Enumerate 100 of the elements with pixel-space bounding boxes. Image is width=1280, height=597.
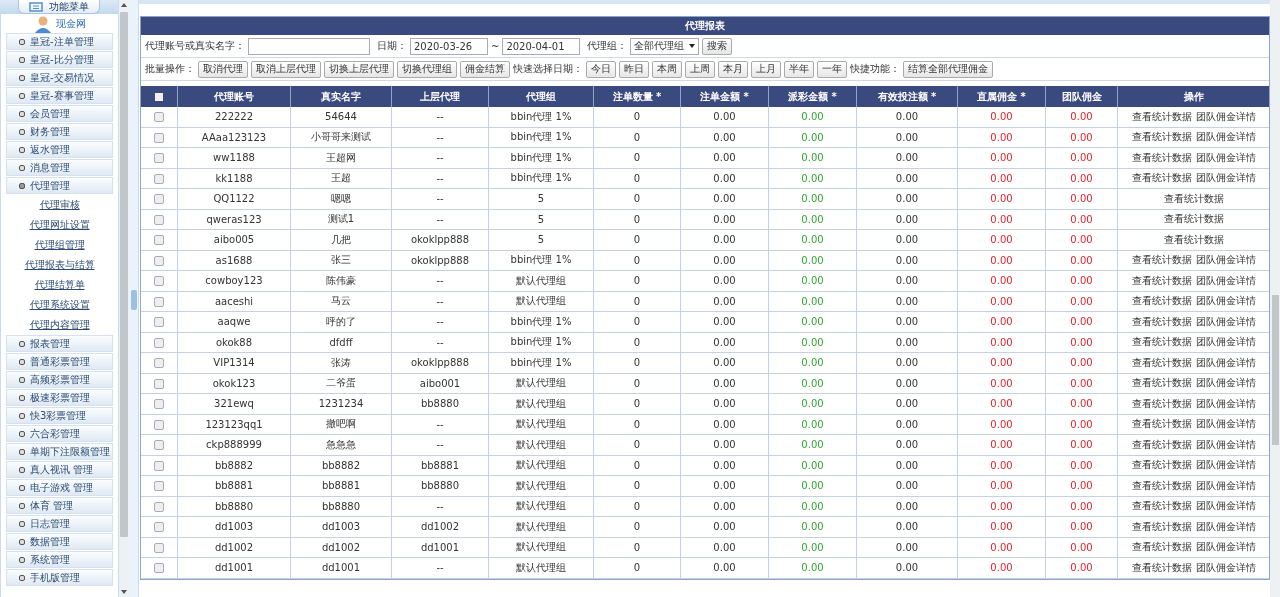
- table-cell: 0.00: [768, 127, 857, 148]
- action-link[interactable]: 查看统计数据: [1131, 479, 1192, 491]
- menu-item[interactable]: 代理管理: [6, 177, 113, 194]
- menu-item[interactable]: 体育 管理: [6, 497, 113, 514]
- action-link[interactable]: 查看统计数据: [1163, 192, 1224, 204]
- submenu-link[interactable]: 代理报表与结算: [24, 255, 95, 275]
- submenu-link[interactable]: 代理内容管理: [29, 315, 90, 335]
- menu-item[interactable]: 真人视讯 管理: [6, 461, 113, 478]
- action-link[interactable]: 团队佣金详情: [1195, 274, 1256, 286]
- submenu-link[interactable]: 代理系统设置: [29, 295, 90, 315]
- table-cell: --: [391, 557, 489, 578]
- menu-item[interactable]: 皇冠-注单管理: [6, 33, 113, 50]
- action-link[interactable]: 查看统计数据: [1163, 213, 1224, 225]
- action-link[interactable]: 查看统计数据: [1131, 418, 1192, 430]
- action-link[interactable]: 团队佣金详情: [1195, 520, 1256, 532]
- submenu-link[interactable]: 代理网址设置: [29, 215, 90, 235]
- user-name[interactable]: 现金网: [55, 16, 86, 31]
- action-link[interactable]: 查看统计数据: [1131, 131, 1192, 143]
- group-dropdown[interactable]: 全部代理组: [630, 37, 700, 55]
- action-link[interactable]: 查看统计数据: [1131, 274, 1192, 286]
- action-link[interactable]: 团队佣金详情: [1195, 500, 1256, 512]
- action-link[interactable]: 查看统计数据: [1131, 438, 1192, 450]
- batch-button[interactable]: 切换代理组: [397, 60, 457, 78]
- date-button[interactable]: 上周: [685, 60, 715, 78]
- action-link[interactable]: 查看统计数据: [1131, 397, 1192, 409]
- menu-item[interactable]: 报表管理: [6, 335, 113, 352]
- menu-item[interactable]: 皇冠-赛事管理: [6, 87, 113, 104]
- action-link[interactable]: 团队佣金详情: [1195, 315, 1256, 327]
- column-header: 直属佣金 *: [957, 86, 1046, 107]
- action-link[interactable]: 团队佣金详情: [1195, 110, 1256, 122]
- menu-item[interactable]: 单期下注限额管理: [6, 443, 113, 460]
- action-link[interactable]: 团队佣金详情: [1195, 561, 1256, 573]
- action-link[interactable]: 团队佣金详情: [1195, 479, 1256, 491]
- action-link[interactable]: 查看统计数据: [1131, 336, 1192, 348]
- action-link[interactable]: 团队佣金详情: [1195, 541, 1256, 553]
- action-link[interactable]: 团队佣金详情: [1195, 254, 1256, 266]
- menu-item[interactable]: 会员管理: [6, 105, 113, 122]
- date-button[interactable]: 昨日: [619, 60, 649, 78]
- menu-item[interactable]: 皇冠-比分管理: [6, 51, 113, 68]
- submenu-link[interactable]: 代理组管理: [34, 235, 85, 255]
- date-button[interactable]: 半年: [784, 60, 814, 78]
- submenu-link[interactable]: 代理审核: [39, 195, 80, 215]
- menu-item[interactable]: 系统管理: [6, 551, 113, 568]
- action-link[interactable]: 团队佣金详情: [1195, 131, 1256, 143]
- menu-item[interactable]: 返水管理: [6, 141, 113, 158]
- action-link[interactable]: 查看统计数据: [1131, 151, 1192, 163]
- batch-button[interactable]: 取消代理: [198, 60, 248, 78]
- menu-item[interactable]: 快3彩票管理: [6, 407, 113, 424]
- table-cell: 张三: [290, 250, 392, 271]
- date-field[interactable]: 2020-03-26: [410, 37, 488, 55]
- date-button[interactable]: 今日: [586, 60, 616, 78]
- menu-item[interactable]: 普通彩票管理: [6, 353, 113, 370]
- batch-button[interactable]: 取消上层代理: [251, 60, 321, 78]
- action-link[interactable]: 查看统计数据: [1163, 233, 1224, 245]
- date-field[interactable]: 2020-04-01: [502, 37, 581, 55]
- action-link[interactable]: 团队佣金详情: [1195, 295, 1256, 307]
- date-button[interactable]: 上月: [751, 60, 781, 78]
- settle-button[interactable]: 结算全部代理佣金: [903, 60, 993, 78]
- search-button[interactable]: 搜索: [702, 37, 733, 55]
- action-link[interactable]: 查看统计数据: [1131, 254, 1192, 266]
- action-link[interactable]: 团队佣金详情: [1195, 397, 1256, 409]
- action-link[interactable]: 查看统计数据: [1131, 459, 1192, 471]
- batch-button[interactable]: 佣金结算: [460, 60, 510, 78]
- action-link[interactable]: 查看统计数据: [1131, 500, 1192, 512]
- action-link[interactable]: 团队佣金详情: [1195, 356, 1256, 368]
- action-link[interactable]: 查看统计数据: [1131, 520, 1192, 532]
- action-link[interactable]: 查看统计数据: [1131, 172, 1192, 184]
- action-link[interactable]: 查看统计数据: [1131, 315, 1192, 327]
- table-cell: bbin代理 1%: [488, 107, 594, 127]
- action-link[interactable]: 团队佣金详情: [1195, 377, 1256, 389]
- action-link[interactable]: 团队佣金详情: [1195, 151, 1256, 163]
- action-link[interactable]: 团队佣金详情: [1195, 172, 1256, 184]
- menu-item[interactable]: 日志管理: [6, 515, 113, 532]
- menu-item[interactable]: 消息管理: [6, 159, 113, 176]
- submenu-link[interactable]: 代理结算单: [34, 275, 85, 295]
- table-cell: bb8880: [391, 475, 489, 496]
- menu-item[interactable]: 极速彩票管理: [6, 389, 113, 406]
- menu-item[interactable]: 数据管理: [6, 533, 113, 550]
- menu-item[interactable]: 财务管理: [6, 123, 113, 140]
- action-link[interactable]: 团队佣金详情: [1195, 336, 1256, 348]
- action-link[interactable]: 查看统计数据: [1131, 356, 1192, 368]
- action-link[interactable]: 查看统计数据: [1131, 377, 1192, 389]
- menu-item[interactable]: 手机版管理: [6, 569, 113, 586]
- date-button[interactable]: 本周: [652, 60, 682, 78]
- menu-tab[interactable]: 功能菜单: [18, 0, 100, 14]
- action-link[interactable]: 查看统计数据: [1131, 295, 1192, 307]
- table-cell: 0.00: [957, 496, 1046, 517]
- action-link[interactable]: 查看统计数据: [1131, 561, 1192, 573]
- menu-item[interactable]: 高频彩票管理: [6, 371, 113, 388]
- date-button[interactable]: 本月: [718, 60, 748, 78]
- batch-button[interactable]: 切换上层代理: [324, 60, 394, 78]
- menu-item[interactable]: 六合彩管理: [6, 425, 113, 442]
- menu-item[interactable]: 皇冠-交易情况: [6, 69, 113, 86]
- date-button[interactable]: 一年: [817, 60, 847, 78]
- action-link[interactable]: 查看统计数据: [1131, 541, 1192, 553]
- action-link[interactable]: 查看统计数据: [1131, 110, 1192, 122]
- action-link[interactable]: 团队佣金详情: [1195, 438, 1256, 450]
- menu-item[interactable]: 电子游戏 管理: [6, 479, 113, 496]
- action-link[interactable]: 团队佣金详情: [1195, 418, 1256, 430]
- action-link[interactable]: 团队佣金详情: [1195, 459, 1256, 471]
